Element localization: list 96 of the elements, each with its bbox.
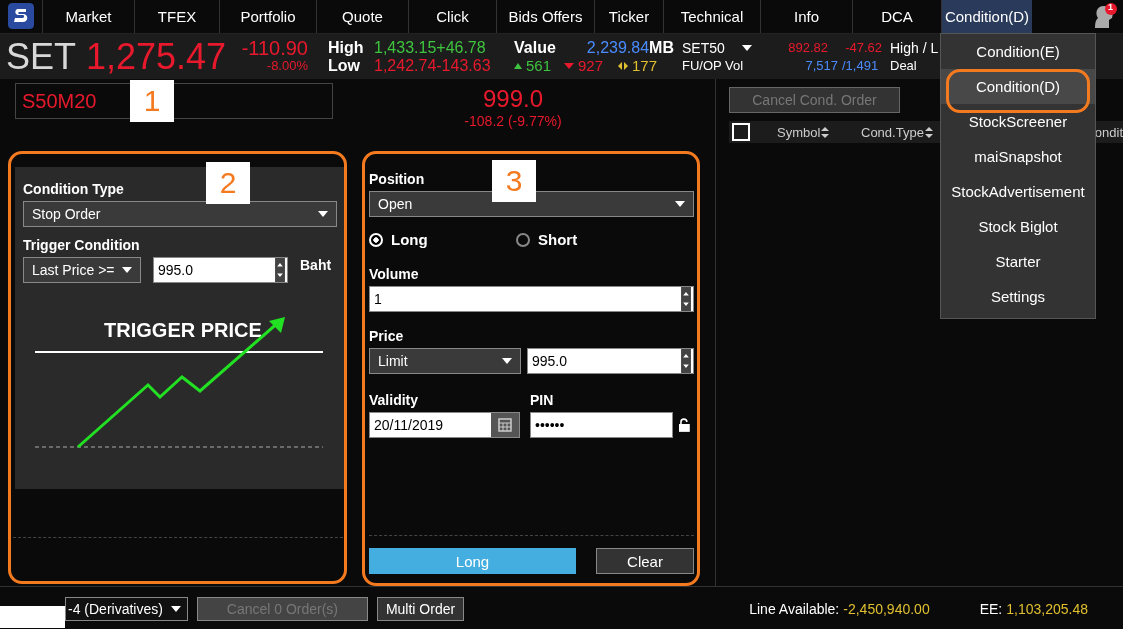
sort-icon[interactable]	[821, 126, 830, 138]
sort-icon[interactable]	[924, 126, 933, 138]
nav-tab[interactable]: Market	[42, 0, 134, 33]
price-change: -108.2 (-9.77%)	[464, 113, 562, 129]
notification-count: 1	[1108, 2, 1114, 12]
side-radio[interactable]: Short	[516, 231, 663, 248]
nav-tab[interactable]: TFEX	[134, 0, 219, 33]
menu-item[interactable]: Starter	[941, 244, 1095, 279]
trigger-price-field[interactable]: 995.0	[153, 257, 288, 283]
nav-tab[interactable]: Ticker	[594, 0, 663, 33]
unlock-icon[interactable]	[679, 418, 690, 432]
menu-item[interactable]: StockAdvertisement	[941, 174, 1095, 209]
caret-icon	[170, 606, 181, 612]
field-label: Volume	[369, 266, 419, 282]
low-label: Low	[328, 56, 361, 75]
high-label: High	[328, 38, 365, 57]
spinner-icon[interactable]	[273, 258, 287, 282]
op-volume: /1,491	[842, 56, 880, 75]
high-change: +46.78	[436, 38, 486, 57]
field-label: Condition Type	[23, 181, 124, 197]
trigger-price-drawing: TRIGGER PRICE	[23, 297, 323, 467]
fu-op-volume-label: FU/OP Vol	[682, 56, 745, 75]
value-unit: MB	[649, 38, 674, 57]
account-dropdown[interactable]: -4 (Derivatives)	[65, 597, 188, 621]
down-triangle-icon	[564, 62, 574, 69]
menu-item[interactable]: Condition(E)	[941, 34, 1095, 69]
position-dropdown[interactable]: Open	[369, 191, 694, 217]
pin-field[interactable]: ••••••	[530, 412, 674, 438]
line-available-value: -2,450,940.00	[843, 601, 930, 617]
logo-icon[interactable]	[8, 3, 34, 29]
column-header[interactable]: ondit	[1094, 124, 1123, 140]
caret-icon[interactable]	[742, 44, 752, 51]
up-triangle-icon	[514, 62, 522, 69]
date-field[interactable]: 20/11/2019	[369, 412, 520, 438]
low-value: 1,242.74	[374, 56, 437, 75]
unchanged-count: 177	[632, 56, 658, 75]
side-radio[interactable]: Long	[369, 231, 516, 248]
annotation-number: 2	[206, 162, 250, 204]
multi-order-button[interactable]: Multi Order	[376, 597, 465, 621]
high-value: 1,433.15	[374, 38, 437, 57]
spinner-icon[interactable]	[679, 287, 693, 311]
field-label: Position	[369, 171, 425, 187]
set50-label: SET50	[682, 38, 726, 57]
redaction-box	[0, 606, 65, 628]
index-name: SET	[6, 35, 77, 78]
menu-item[interactable]: maiSnapshot	[941, 139, 1095, 174]
field-label: Trigger Condition	[23, 237, 140, 253]
caret-icon	[318, 211, 328, 217]
decliners-count: 927	[578, 56, 605, 75]
nav-tab[interactable]: Click	[408, 0, 496, 33]
select-all-checkbox[interactable]	[732, 123, 750, 141]
menu-item[interactable]: Stock Biglot	[941, 209, 1095, 244]
clear-button[interactable]: Clear	[596, 548, 694, 574]
index-value: 1,275.47	[86, 35, 228, 78]
last-price: 999.0	[482, 85, 544, 113]
field-label: Validity	[369, 392, 419, 408]
unit-label: Baht	[300, 257, 332, 273]
price-field[interactable]: 995.0	[527, 348, 694, 374]
ee-label: EE:	[979, 601, 1003, 617]
caret-icon	[502, 358, 512, 364]
value-label: Value	[514, 38, 556, 57]
index-change: -110.90	[241, 38, 308, 57]
caret-icon	[675, 201, 685, 207]
value-amount: 2,239.84	[586, 38, 650, 57]
advancers-count: 561	[526, 56, 553, 75]
high-low-label: High / L	[890, 38, 939, 57]
deal-label: Deal	[890, 56, 918, 75]
column-header[interactable]: Symbol	[777, 124, 830, 140]
spinner-icon[interactable]	[679, 349, 693, 373]
nav-tab[interactable]: Quote	[316, 0, 408, 33]
set50-price: 892.82	[787, 38, 828, 57]
nav-tab[interactable]: Info	[760, 0, 852, 33]
field-label: PIN	[530, 392, 554, 408]
fu-volume: 7,517	[804, 56, 838, 75]
annotation-number: 3	[492, 160, 536, 202]
nav-tab[interactable]: Technical	[663, 0, 760, 33]
nav-tab[interactable]: Portfolio	[219, 0, 316, 33]
volume-field[interactable]: 1	[369, 286, 694, 312]
ee-value: 1,103,205.48	[1006, 601, 1088, 617]
set50-change: -47.62	[844, 38, 882, 57]
left-right-triangle-icon	[618, 61, 628, 70]
line-available-label: Line Available:	[749, 601, 840, 617]
menu-item[interactable]: Settings	[941, 279, 1095, 314]
menu-item[interactable]: StockScreener	[941, 104, 1095, 139]
price-type-dropdown[interactable]: Limit	[369, 348, 521, 374]
field-label: Price	[369, 328, 404, 344]
column-header[interactable]: Cond.Type	[861, 124, 933, 140]
low-change: -143.63	[436, 56, 491, 75]
condition-type-dropdown[interactable]: Stop Order	[23, 201, 337, 227]
nav-tab[interactable]: Bids Offers	[496, 0, 594, 33]
operator-dropdown[interactable]: Last Price >=	[23, 257, 141, 283]
calendar-icon[interactable]	[491, 413, 519, 437]
caret-icon	[122, 267, 132, 273]
index-percent: -8.00%	[266, 56, 308, 75]
nav-tab[interactable]: Condition(D)	[941, 0, 1032, 33]
annotation-number: 1	[130, 80, 174, 122]
